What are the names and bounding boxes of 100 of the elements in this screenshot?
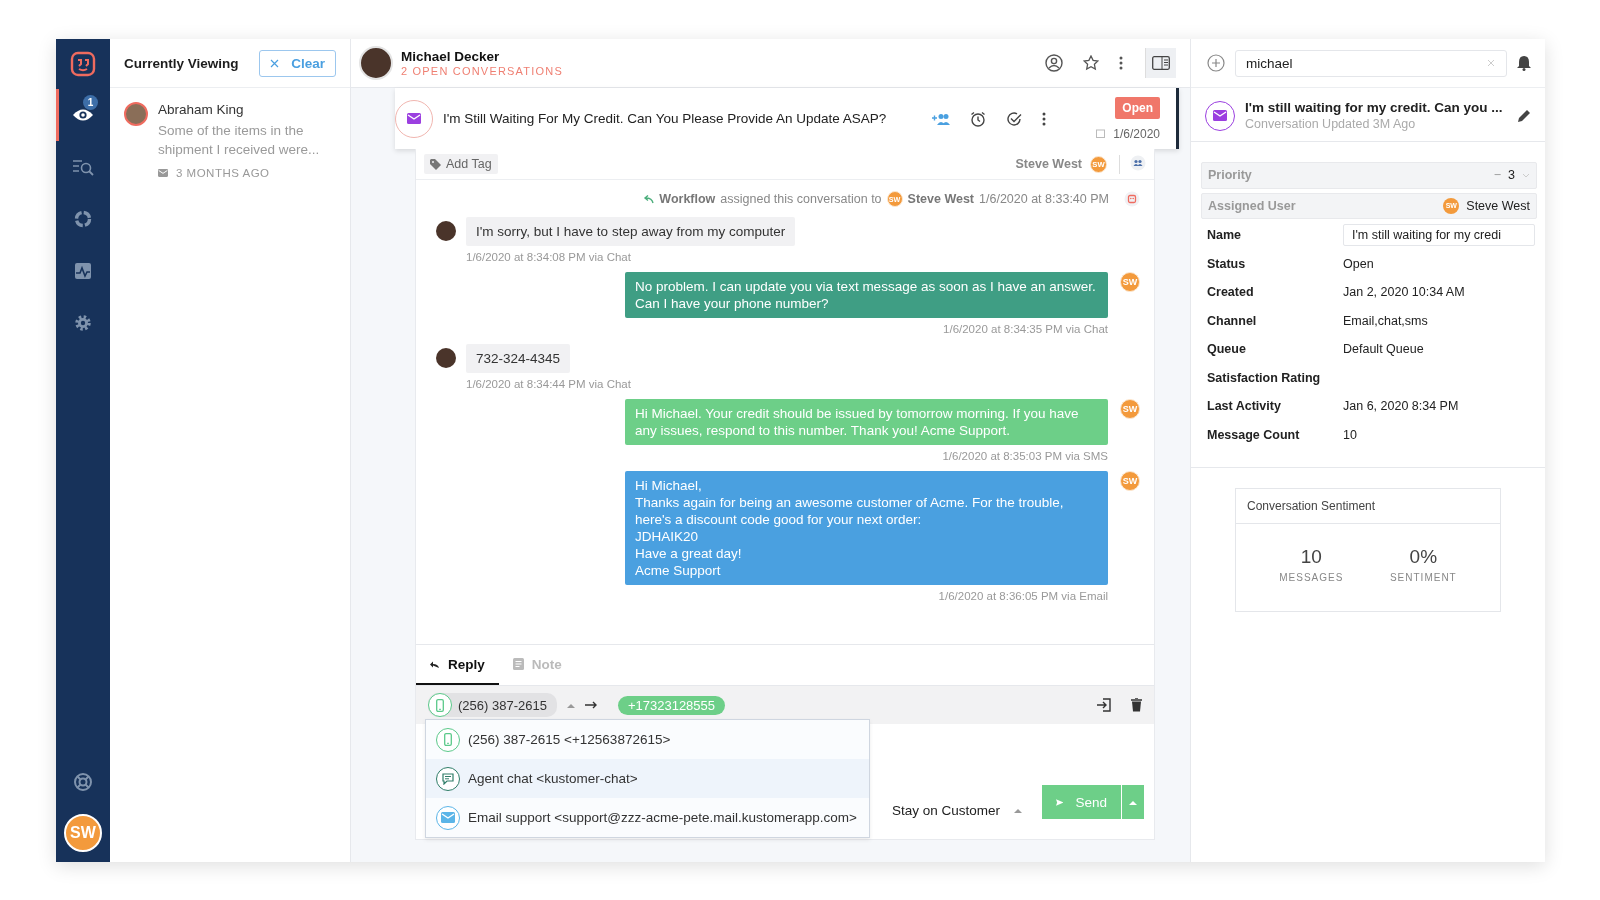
- activity-chart-icon[interactable]: [74, 262, 92, 280]
- reply-icon: [430, 659, 440, 669]
- envelope-glyph: [407, 113, 421, 124]
- agent-avatar: SW: [1120, 399, 1140, 419]
- bot-icon: [1124, 191, 1140, 207]
- customer-name: Abraham King: [158, 102, 245, 117]
- field-label: Assigned User: [1208, 198, 1297, 213]
- logo-icon[interactable]: [70, 51, 96, 77]
- conversation-title: I'm Still Waiting For My Credit. Can You Please Provide An Update ASAP?: [443, 111, 887, 126]
- card-title: Conversation Sentiment: [1236, 489, 1500, 524]
- field-value: Email,chat,sms: [1343, 313, 1429, 328]
- field-value: Jan 2, 2020 10:34 AM: [1343, 285, 1466, 300]
- team-icon[interactable]: [1130, 154, 1146, 171]
- channel-option[interactable]: Email support <support@zzz-acme-pete.mail.kustomerapp.com>: [426, 798, 869, 837]
- panel-toggle-button[interactable]: [1145, 48, 1176, 78]
- star-icon[interactable]: [1083, 55, 1099, 71]
- stat-value: 0%: [1409, 546, 1438, 568]
- user-circle-icon[interactable]: [1045, 54, 1063, 72]
- caret-icon[interactable]: [1014, 808, 1022, 813]
- check-circle-icon[interactable]: [1006, 110, 1023, 127]
- add-users-icon[interactable]: [932, 112, 951, 125]
- message-bubble: No problem. I can update you via text message as soon as I have an answer. Can I have your phone number?: [625, 272, 1108, 318]
- add-tag-button[interactable]: Add Tag: [424, 154, 498, 174]
- field-label: Message Count: [1207, 427, 1301, 442]
- notification-badge: 1: [83, 95, 98, 110]
- name-input-field[interactable]: I'm still waiting for my credi: [1343, 224, 1535, 247]
- field-label: Last Activity: [1207, 399, 1282, 414]
- conversation-list-item[interactable]: Abraham King Some of the items in the shipment I received were... 3 MONTHS AGO: [110, 88, 350, 193]
- field-label: Queue: [1207, 342, 1247, 357]
- workflow-icon: [643, 194, 655, 204]
- list-search-icon[interactable]: [72, 158, 94, 176]
- customer-avatar-photo: [436, 221, 456, 241]
- message-bubble: Hi Michael. Your credit should be issued by tomorrow morning. If you have any issues, respond to this number. Thank you! Acme Support.: [625, 399, 1108, 445]
- message-meta: 1/6/2020 at 8:36:05 PM via Email: [938, 590, 1108, 602]
- envelope-glyph: [1213, 110, 1227, 121]
- message-bubble: Hi Michael, Thanks again for being an awesome customer of Acme. For the trouble, here's a discount code good for your next order: JDHAIK20 Have a great day! Acme Support: [625, 471, 1108, 585]
- field-label: Satisfaction Rating: [1207, 370, 1322, 385]
- event-time: 1/6/2020 at 8:33:40 PM: [979, 192, 1109, 206]
- event-actor: Workflow: [659, 192, 716, 206]
- timestamp: 3 MONTHS AGO: [176, 167, 270, 179]
- message-meta: 1/6/2020 at 8:34:35 PM via Chat: [943, 323, 1108, 335]
- field-label: Created: [1207, 285, 1255, 300]
- stat-label: MESSAGES: [1279, 572, 1344, 583]
- edit-pencil-icon[interactable]: [1517, 108, 1531, 123]
- field-label: Name: [1207, 228, 1243, 243]
- field-value: Jan 6, 2020 8:34 PM: [1343, 399, 1460, 414]
- stat-value: 10: [1300, 546, 1322, 568]
- tag-icon[interactable]: [430, 158, 441, 170]
- alarm-clock-icon[interactable]: [970, 110, 987, 127]
- message-meta: 1/6/2020 at 8:35:03 PM via SMS: [942, 450, 1108, 462]
- avatar-photo: [124, 102, 148, 126]
- field-value: Open: [1343, 256, 1375, 271]
- more-icon[interactable]: [1119, 56, 1123, 70]
- conversation-updated-text: Conversation Updated 3M Ago: [1245, 117, 1417, 131]
- message-meta: 1/6/2020 at 8:34:44 PM via Chat: [466, 378, 631, 390]
- x-icon[interactable]: [270, 58, 280, 68]
- more-icon[interactable]: [1042, 111, 1047, 126]
- conversation-card[interactable]: I'm Still Waiting For My Credit. Can You Please Provide An Update ASAP? Open 1/6/2020: [395, 88, 1179, 149]
- from-number-chip[interactable]: (256) 387-2615: [428, 693, 557, 717]
- channel-option[interactable]: (256) 387-2615 <+12563872615>: [426, 720, 869, 759]
- eye-icon[interactable]: [72, 108, 94, 122]
- event-target: Steve West: [907, 192, 975, 206]
- customer-avatar-photo: [436, 348, 456, 368]
- stat-label: SENTIMENT: [1389, 572, 1457, 583]
- search-field[interactable]: michael: [1235, 49, 1507, 77]
- phone-icon: [444, 733, 452, 746]
- channel-option[interactable]: Agent chat <kustomer-chat>: [426, 759, 869, 798]
- add-icon[interactable]: [1207, 54, 1225, 72]
- message-bubble: 732-324-4345: [466, 344, 571, 373]
- chat-bubble-icon: [442, 772, 454, 785]
- agent-avatar: SW: [1120, 272, 1140, 292]
- envelope-icon: [158, 169, 168, 177]
- caret-icon[interactable]: [566, 702, 575, 708]
- field-label: Status: [1207, 256, 1247, 271]
- message-preview: Some of the items in the shipment I received were...: [158, 122, 321, 159]
- field-label: Channel: [1207, 313, 1258, 328]
- settings-icon[interactable]: [74, 314, 92, 332]
- phone-icon: [436, 698, 444, 712]
- sign-in-icon[interactable]: [1097, 698, 1111, 712]
- event-text: assigned this conversation to: [720, 192, 882, 206]
- nav-item[interactable]: 1: [56, 89, 107, 141]
- customer-avatar-photo: [359, 46, 393, 80]
- message-bubble: I'm sorry, but I have to step away from my computer: [466, 217, 796, 246]
- note-icon: [512, 658, 524, 670]
- panel-title: Currently Viewing: [124, 55, 239, 71]
- agent-avatar: SW: [1120, 471, 1140, 491]
- field-label: Priority: [1208, 168, 1253, 183]
- conversation-date: 1/6/2020: [1113, 126, 1160, 141]
- trash-icon[interactable]: [1131, 698, 1142, 712]
- assignee-name: Steve West: [1015, 157, 1082, 171]
- side-panel-icon[interactable]: [1152, 56, 1170, 70]
- stay-on-customer-dropdown[interactable]: Stay on Customer: [885, 802, 1028, 819]
- notification-bell-icon[interactable]: [1517, 55, 1531, 71]
- right-arrow-icon: [584, 701, 598, 709]
- conversation-title: I'm still waiting for my credit. Can you ...: [1245, 100, 1504, 115]
- donut-chart-icon[interactable]: [74, 210, 92, 228]
- field-value: 10: [1343, 427, 1358, 442]
- field-value: Default Queue: [1343, 342, 1425, 357]
- message-meta: 1/6/2020 at 8:34:08 PM via Chat: [466, 251, 632, 263]
- help-icon[interactable]: [73, 772, 93, 792]
